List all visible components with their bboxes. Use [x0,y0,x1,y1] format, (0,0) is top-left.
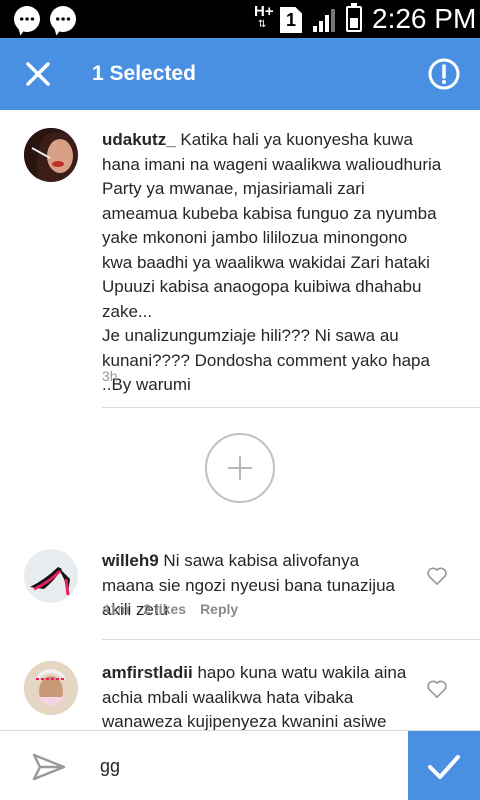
comment-composer [0,730,480,800]
heart-icon[interactable] [426,679,448,699]
comment-username[interactable]: amfirstladii [102,663,193,682]
page-title: 1 Selected [92,62,196,85]
divider [102,407,480,408]
signal-icon [313,9,335,32]
close-icon[interactable] [20,56,56,92]
battery-charging-icon [346,3,362,32]
alert-circle-icon[interactable] [426,56,462,92]
send-icon[interactable] [30,749,68,785]
app-bar: 1 Selected [0,38,480,110]
clock: 2:26 PM [372,3,477,34]
status-bar: H+ ⇅ 1 2:26 PM [0,0,480,38]
add-button[interactable] [205,433,275,503]
caption-time: 3h [102,368,118,384]
caption-username[interactable]: udakutz_ [102,130,176,149]
chat-bubble-icon [50,6,76,32]
caption-body: Katika hali ya kuonyesha kuwa hana imani… [102,130,442,321]
plus-icon [228,456,252,480]
comment-time: 41m [102,601,130,617]
comment-input[interactable] [100,749,390,783]
checkmark-icon [428,755,460,779]
divider [102,639,480,640]
network-type: H+ [254,3,274,20]
heart-icon[interactable] [426,566,448,586]
comment-text: amfirstladii hapo kuna watu wakila aina … [102,661,412,735]
comment-username[interactable]: willeh9 [102,551,159,570]
confirm-button[interactable] [408,731,480,800]
sim-icon: 1 [280,7,302,33]
reply-button[interactable]: Reply [200,601,238,617]
caption-body-2: Je unalizungumziaje hili??? Ni sawa au k… [102,326,430,394]
avatar[interactable] [24,661,78,715]
avatar[interactable] [24,128,78,182]
caption-text: udakutz_ Katika hali ya kuonyesha kuwa h… [102,128,442,398]
data-arrows-icon: ⇅ [258,19,267,30]
chat-bubble-icon [14,6,40,32]
avatar[interactable] [24,549,78,603]
likes-count[interactable]: 2 likes [143,601,186,617]
comment-meta: 41m 2 likes Reply [102,601,238,617]
